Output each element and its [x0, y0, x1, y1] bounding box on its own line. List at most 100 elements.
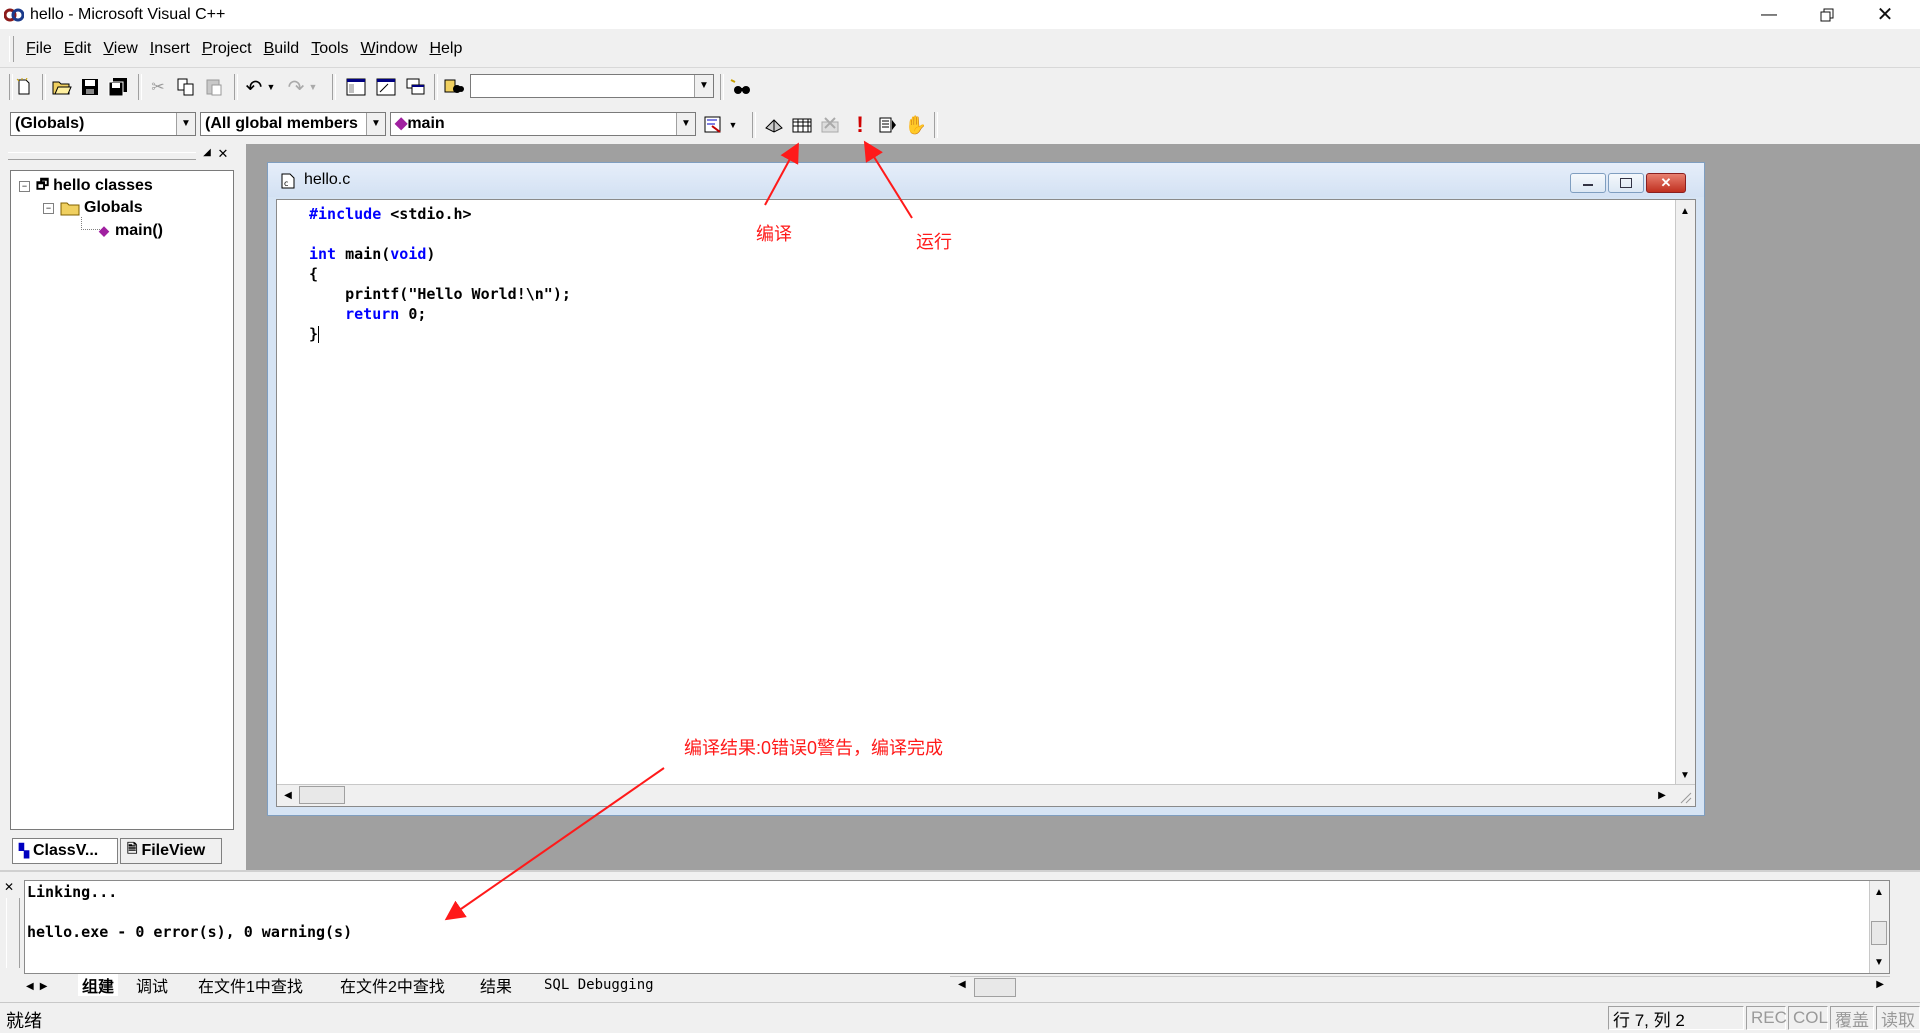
find-combo-dropdown[interactable]: ▼: [694, 75, 713, 97]
stop-build-button[interactable]: [818, 113, 842, 137]
arrow-left-icon[interactable]: ◀: [958, 979, 966, 990]
tree-globals[interactable]: − Globals: [43, 198, 143, 218]
find-combo[interactable]: ▼: [470, 74, 714, 98]
new-text-file-button[interactable]: [12, 75, 36, 99]
wizard-scope-dropdown[interactable]: ▼: [176, 113, 195, 135]
find-button[interactable]: [728, 75, 752, 99]
tab-classview[interactable]: ▚ ClassV...: [12, 838, 118, 864]
wizard-member-dropdown[interactable]: ▼: [676, 113, 695, 135]
output-button[interactable]: [374, 75, 398, 99]
restore-button[interactable]: [1798, 0, 1856, 29]
breakpoint-button[interactable]: ✋: [904, 113, 928, 137]
wizard-filter-dropdown[interactable]: ▼: [366, 113, 385, 135]
redo-button[interactable]: ↷: [284, 75, 308, 99]
vertical-scroll-thumb[interactable]: [1871, 921, 1887, 945]
workspace-close-button[interactable]: ✕: [216, 146, 230, 161]
classview-icon: ▚: [19, 843, 29, 858]
find-in-files-button[interactable]: [442, 75, 466, 99]
close-button[interactable]: ✕: [1856, 0, 1914, 29]
output-close-button[interactable]: ✕: [4, 880, 18, 894]
keyword: return: [345, 305, 400, 323]
save-all-button[interactable]: [106, 75, 130, 99]
open-button[interactable]: [50, 75, 74, 99]
workspace-button[interactable]: [344, 75, 368, 99]
wizard-scope-combo[interactable]: (Globals) ▼: [10, 112, 196, 136]
annotation-result: 编译结果:0错误0警告，编译完成: [684, 738, 944, 758]
cut-button[interactable]: ✂: [146, 75, 170, 99]
editor-minimize-button[interactable]: [1570, 173, 1606, 193]
tab-results[interactable]: 结果: [480, 974, 512, 996]
menu-build[interactable]: Build: [258, 40, 306, 58]
arrow-right-icon[interactable]: ▶: [1876, 979, 1884, 990]
execute-button[interactable]: !: [848, 112, 872, 137]
paste-icon: [206, 79, 222, 96]
undo-button[interactable]: ↶: [242, 75, 266, 99]
arrow-right-icon[interactable]: ▶: [40, 981, 48, 992]
redo-dropdown[interactable]: ▼: [306, 75, 320, 99]
tab-fileview[interactable]: 🗎 FileView: [120, 838, 222, 864]
close-icon: ✕: [1660, 175, 1672, 190]
minimize-button[interactable]: —: [1740, 0, 1798, 29]
go-debug-icon: [879, 117, 896, 133]
copy-button[interactable]: [174, 75, 198, 99]
scroll-down-button[interactable]: ▼: [1676, 766, 1694, 784]
menu-file[interactable]: File: [20, 40, 58, 58]
editor-vertical-scrollbar[interactable]: ▲ ▼: [1675, 200, 1695, 786]
scissors-icon: ✂: [151, 79, 165, 96]
tab-find-in-files-2[interactable]: 在文件2中查找: [340, 974, 445, 996]
menu-view[interactable]: View: [97, 40, 143, 58]
workspace-window-icon: [346, 78, 366, 96]
save-button[interactable]: [78, 75, 102, 99]
scroll-left-button[interactable]: ◀: [279, 786, 297, 804]
editor-horizontal-scrollbar[interactable]: ◀ ▶: [277, 784, 1695, 806]
go-button[interactable]: [876, 113, 900, 137]
menu-help[interactable]: Help: [423, 40, 468, 58]
collapse-icon[interactable]: −: [19, 180, 30, 192]
tab-sql-debugging[interactable]: SQL Debugging: [544, 974, 654, 996]
scroll-down-button[interactable]: ▼: [1870, 953, 1888, 971]
menu-insert[interactable]: Insert: [144, 40, 196, 58]
wizard-action-dropdown[interactable]: ▼: [726, 113, 740, 137]
scroll-right-button[interactable]: ▶: [1653, 786, 1671, 804]
menu-window[interactable]: Window: [355, 40, 424, 58]
output-vertical-scrollbar[interactable]: ▲ ▼: [1869, 881, 1889, 973]
new-file-icon: [16, 78, 30, 95]
wizard-member-combo[interactable]: ◆main ▼: [390, 112, 696, 136]
paste-button[interactable]: [202, 75, 226, 99]
wizard-action-button[interactable]: [702, 113, 726, 137]
code-line-3: int main(void): [309, 244, 435, 264]
menu-edit[interactable]: Edit: [58, 40, 98, 58]
menu-project[interactable]: Project: [196, 40, 258, 58]
close-icon: ✕: [217, 146, 229, 161]
tree-function-main[interactable]: ◆ main(): [99, 221, 163, 241]
visual-cpp-logo-icon: [3, 7, 25, 23]
menu-tools[interactable]: Tools: [305, 40, 354, 58]
horizontal-scroll-thumb[interactable]: [974, 978, 1016, 997]
arrow-left-icon[interactable]: ◀: [26, 981, 34, 992]
wizard-filter-value: (All global members: [205, 115, 358, 132]
tab-scroll-buttons[interactable]: ◀ ▶: [26, 976, 62, 996]
build-button[interactable]: [790, 113, 814, 137]
scroll-up-button[interactable]: ▲: [1870, 883, 1888, 901]
editor-close-button[interactable]: ✕: [1646, 173, 1686, 193]
workspace-maximize-button[interactable]: ◢: [200, 147, 214, 161]
scroll-up-button[interactable]: ▲: [1676, 202, 1694, 220]
compile-button[interactable]: [762, 113, 786, 137]
output-horizontal-scrollbar[interactable]: ◀ ▶: [950, 976, 1890, 997]
horizontal-scroll-thumb[interactable]: [299, 786, 345, 804]
tab-build[interactable]: 组建: [78, 974, 119, 996]
tree-root[interactable]: − 🗗 hello classes: [19, 176, 153, 196]
window-list-button[interactable]: [404, 75, 428, 99]
collapse-icon[interactable]: −: [43, 202, 54, 214]
editor-restore-button[interactable]: [1608, 173, 1644, 193]
tab-find-in-files-1[interactable]: 在文件1中查找: [198, 974, 303, 996]
wizard-filter-combo[interactable]: (All global members ▼: [200, 112, 386, 136]
tab-debug[interactable]: 调试: [136, 974, 168, 996]
resize-grip-icon[interactable]: [1675, 787, 1693, 805]
code-line-7: }: [309, 324, 320, 344]
undo-dropdown[interactable]: ▼: [264, 75, 278, 99]
code-editor[interactable]: #include <stdio.h> int main(void) { prin…: [276, 199, 1696, 807]
keyword: int: [309, 245, 337, 263]
hand-icon: ✋: [904, 114, 928, 135]
